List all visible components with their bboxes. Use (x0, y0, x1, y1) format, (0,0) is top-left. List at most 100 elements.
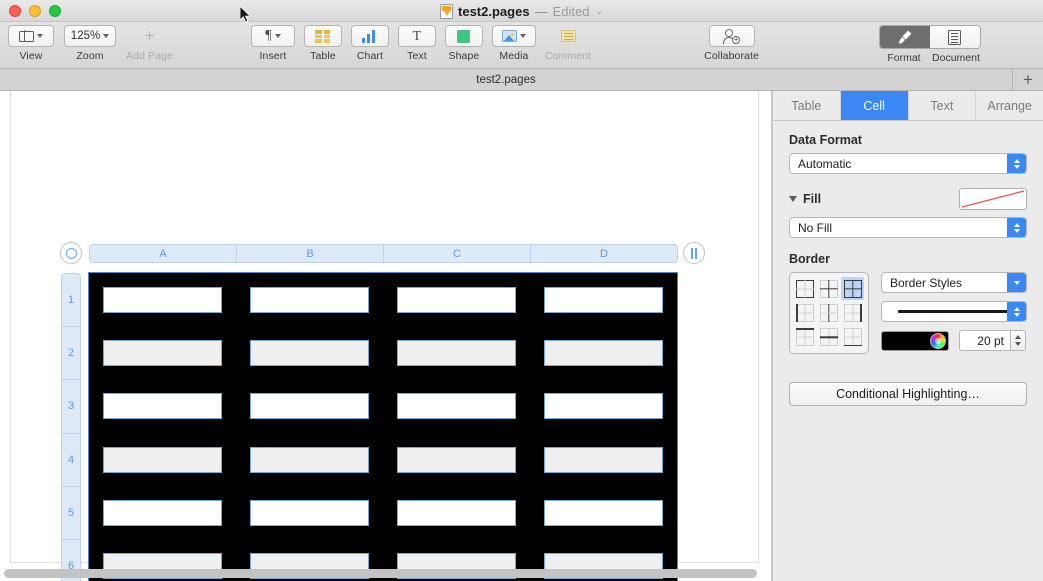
fill-type-select[interactable]: No Fill (789, 217, 1027, 238)
border-option-left[interactable] (794, 301, 817, 324)
tab-arrange[interactable]: Arrange (976, 91, 1043, 120)
table-cell[interactable] (544, 393, 663, 420)
chevron-down-icon[interactable]: ⌄ (595, 6, 603, 17)
column-resize-handle[interactable] (683, 242, 705, 264)
collaborate-label: Collaborate (704, 50, 759, 62)
border-option-inner-cross[interactable] (818, 277, 841, 300)
bar-chart-icon (362, 29, 377, 43)
border-title: Border (789, 252, 830, 266)
tab-cell[interactable]: Cell (840, 91, 909, 120)
green-square-icon (457, 29, 471, 43)
horizontal-scrollbar[interactable] (4, 569, 757, 578)
table-select-all-handle[interactable] (60, 242, 82, 264)
row-header-3[interactable]: 3 (61, 380, 81, 434)
border-option-right[interactable] (841, 301, 864, 324)
color-wheel-icon[interactable] (930, 332, 946, 349)
border-option-vertical-middle[interactable] (818, 301, 841, 324)
row-header-4[interactable]: 4 (61, 433, 81, 487)
chart-button[interactable]: Chart (350, 22, 389, 62)
column-header-a[interactable]: A (89, 244, 237, 263)
table-cell[interactable] (544, 446, 663, 473)
document-table[interactable] (88, 272, 678, 581)
column-header-b[interactable]: B (237, 244, 384, 263)
table-cell[interactable] (103, 286, 222, 313)
table-cell[interactable] (103, 446, 222, 473)
border-option-all[interactable] (841, 277, 864, 301)
chevron-down-icon (1007, 273, 1026, 292)
row-header-2[interactable]: 2 (61, 327, 81, 381)
text-button[interactable]: T Text (397, 22, 436, 62)
close-button[interactable] (9, 4, 21, 17)
window-body: A B C D 1 2 3 4 5 6 Table Cell Text Arra… (0, 91, 1043, 581)
view-button[interactable]: View (8, 22, 54, 62)
collaborate-button[interactable]: + Collaborate (704, 22, 759, 62)
table-cell[interactable] (250, 499, 369, 526)
table-button[interactable]: Table (303, 22, 342, 62)
table-cell[interactable] (103, 499, 222, 526)
border-styles-select[interactable]: Border Styles (881, 272, 1027, 293)
table-cell[interactable] (103, 339, 222, 366)
border-width-stepper[interactable]: 20 pt (959, 330, 1026, 351)
border-option-horizontal-middle[interactable] (818, 326, 841, 349)
column-header-d[interactable]: D (531, 244, 678, 263)
fill-disclosure[interactable]: Fill (789, 192, 821, 206)
table-cell[interactable] (544, 499, 663, 526)
table-cell[interactable] (103, 393, 222, 420)
media-button[interactable]: Media (491, 22, 536, 62)
border-color-swatch[interactable] (881, 330, 949, 351)
conditional-highlighting-button[interactable]: Conditional Highlighting… (789, 382, 1027, 406)
document-filename[interactable]: test2.pages (458, 4, 530, 19)
table-cell[interactable] (397, 286, 516, 313)
table-cell[interactable] (250, 339, 369, 366)
stepper-arrows-icon[interactable] (1011, 330, 1026, 351)
line-style-select[interactable] (881, 301, 1027, 322)
add-page-label: Add Page (126, 50, 173, 62)
shape-button[interactable]: Shape (444, 22, 483, 62)
table-cell[interactable] (397, 339, 516, 366)
row-header-5[interactable]: 5 (61, 486, 81, 540)
border-option-top[interactable] (794, 326, 817, 349)
border-option-outer[interactable] (794, 277, 817, 300)
maximize-button[interactable] (49, 4, 61, 17)
table-cell[interactable] (250, 286, 369, 313)
minimize-button[interactable] (29, 4, 41, 17)
table-cell[interactable] (397, 446, 516, 473)
zoom-button[interactable]: 125% Zoom (64, 22, 116, 62)
row-header-1[interactable]: 1 (61, 273, 81, 328)
document-tab[interactable]: test2.pages (0, 69, 1013, 90)
document-tab-bar: test2.pages + (0, 69, 1043, 91)
no-fill-swatch[interactable] (959, 188, 1027, 210)
border-width-value[interactable]: 20 pt (959, 330, 1011, 351)
table-cell[interactable] (544, 339, 663, 366)
insert-label: Insert (259, 50, 287, 62)
all-borders-icon (843, 279, 862, 298)
tab-table[interactable]: Table (773, 91, 841, 120)
insert-button[interactable]: ¶ Insert (250, 22, 295, 62)
text-label: Text (407, 50, 427, 62)
column-header-c[interactable]: C (384, 244, 531, 263)
inner-cross-border-icon (819, 279, 838, 298)
format-button[interactable] (879, 26, 930, 48)
table-cell[interactable] (397, 499, 516, 526)
tab-text[interactable]: Text (909, 91, 977, 120)
table-cell[interactable] (544, 286, 663, 313)
table-row-headers: 1 2 3 4 5 6 (61, 273, 81, 581)
new-tab-button[interactable]: + (1013, 69, 1043, 90)
stepper-arrows-icon (1007, 218, 1026, 237)
add-page-button[interactable]: + Add Page (126, 22, 173, 62)
person-plus-icon: + (723, 28, 741, 44)
format-label: Format (887, 52, 921, 64)
table-cell[interactable] (250, 446, 369, 473)
table-row (89, 326, 677, 379)
comment-button[interactable]: Comment (545, 22, 591, 62)
table-cell[interactable] (397, 393, 516, 420)
data-format-value: Automatic (798, 156, 852, 171)
document-button[interactable] (929, 26, 980, 48)
border-option-bottom[interactable] (841, 326, 864, 349)
inspector-tabs: Table Cell Text Arrange (773, 91, 1043, 121)
data-format-select[interactable]: Automatic (789, 153, 1027, 174)
table-cell[interactable] (250, 393, 369, 420)
border-options-grid (789, 272, 869, 354)
document-canvas[interactable]: A B C D 1 2 3 4 5 6 (0, 91, 772, 581)
chevron-down-icon (519, 34, 526, 38)
